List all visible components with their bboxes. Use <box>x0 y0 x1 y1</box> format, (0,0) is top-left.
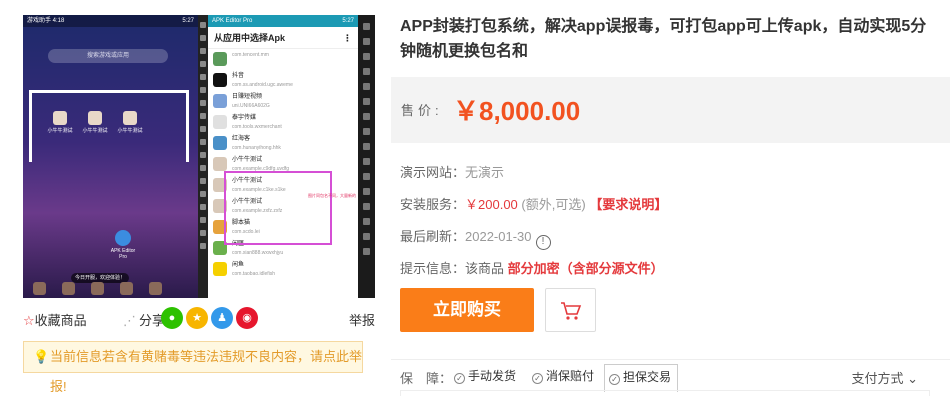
picker-list-item: com.tencent.mm <box>208 49 358 70</box>
guarantee-tag-manual-delivery[interactable]: ✓ 手动发货 <box>450 364 522 388</box>
picker-list-item: 泰宇传媒 com.tools.wxmerchant <box>208 112 358 133</box>
report-warning-banner[interactable]: 💡 当前信息若含有黄赌毒等违法违规不良内容，请点此举报! <box>23 341 363 394</box>
home-app-icon: 小牛牛测试 <box>80 111 110 134</box>
annotation-note: 图片同包名不同，大量新的 <box>308 193 356 198</box>
install-requirements-link[interactable]: 【要求说明】 <box>589 197 667 212</box>
report-link[interactable]: 举报 <box>349 310 375 329</box>
guarantee-label: 保 障： <box>400 371 453 386</box>
picker-header: 从应用中选择Apk ⋮ <box>208 27 358 49</box>
install-price: ￥200.00 <box>465 197 518 212</box>
apk-picker-screen: APK Editor Pro 5:27 从应用中选择Apk ⋮ com.tence… <box>208 15 358 298</box>
emulator-side-toolbar <box>358 15 375 298</box>
qzone-icon[interactable]: ★ <box>186 307 208 329</box>
home-app-icon: 小牛牛测试 <box>115 111 145 134</box>
picker-list-item: 日赚短视频 uni.UNI66A602G <box>208 91 358 112</box>
qq-icon[interactable]: ♟ <box>211 307 233 329</box>
add-to-cart-button[interactable] <box>545 288 596 332</box>
emulator-home-screen: 游戏助手 4:18 5:27 搜索游戏或应用 小牛牛测试 小牛牛测试 小牛牛测试… <box>23 15 198 298</box>
check-icon: ✓ <box>454 373 465 384</box>
check-icon: ✓ <box>609 374 620 385</box>
guarantee-tag-escrow[interactable]: ✓ 担保交易 <box>604 364 679 392</box>
star-icon: ☆ <box>23 313 35 328</box>
clock-icon[interactable]: ! <box>535 235 551 250</box>
weibo-icon[interactable]: ◉ <box>236 307 258 329</box>
chevron-down-icon: ⌄ <box>903 371 918 386</box>
buy-now-button[interactable]: 立即购买 <box>400 288 534 332</box>
install-note: (额外,可选) <box>521 197 586 212</box>
install-service-row: 安装服务：￥200.00 (额外,可选) 【要求说明】 <box>400 197 668 212</box>
price-value: ￥8,000.00 <box>453 96 581 126</box>
price-label: 售价: <box>401 103 443 118</box>
demo-site-value: 无演示 <box>465 165 505 180</box>
picker-list-item: 抖音 com.ss.android.ugc.aweme <box>208 70 358 91</box>
share-icon: ⋰ <box>123 313 136 328</box>
more-icon: ⋮ <box>343 33 352 43</box>
picker-list-item: 红海客 com.hunanyihong.hhk <box>208 133 358 154</box>
product-title: APP封装打包系统，解决app误报毒，可打包app可上传apk，自动实现5分钟随… <box>400 18 927 60</box>
apk-editor-icon: APK Editor Pro <box>108 230 138 260</box>
product-preview-image[interactable]: 游戏助手 4:18 5:27 搜索游戏或应用 小牛牛测试 小牛牛测试 小牛牛测试… <box>23 15 375 298</box>
warning-text: 当前信息若含有黄赌毒等违法违规不良内容，请点此举报! <box>50 349 363 394</box>
demo-site-row: 演示网站：无演示 <box>400 165 505 180</box>
emulator-status-text: 游戏助手 4:18 <box>27 18 65 24</box>
guarantee-panel <box>400 390 930 396</box>
cart-icon <box>561 302 582 320</box>
emulator-search-bar: 搜索游戏或应用 <box>48 49 168 63</box>
emulator-clock: 5:27 <box>182 18 194 24</box>
tip-info-row: 提示信息：该商品 部分加密（含部分源文件） <box>400 261 664 276</box>
last-refresh-row: 最后刷新：2022-01-30! <box>400 226 551 250</box>
check-icon: ✓ <box>532 373 543 384</box>
picker-list-item: 闲鱼 com.taobao.idlefish <box>208 259 358 280</box>
home-app-icon: 小牛牛测试 <box>45 111 75 134</box>
wechat-icon[interactable]: ● <box>161 307 183 329</box>
product-page: 游戏助手 4:18 5:27 搜索游戏或应用 小牛牛测试 小牛牛测试 小牛牛测试… <box>0 0 950 396</box>
share-row: ☆收藏商品 ⋰ 分享: ● ★ ♟ ◉ 举报 <box>23 306 375 330</box>
emulator-toolbar <box>198 15 208 298</box>
emulator-status-bar: 游戏助手 4:18 5:27 <box>23 15 198 27</box>
emulator-dock <box>33 282 193 296</box>
favorite-button[interactable]: ☆收藏商品 <box>23 310 87 329</box>
divider <box>391 359 950 360</box>
payment-methods-dropdown[interactable]: 支付方式 ⌄ <box>851 368 918 387</box>
lightbulb-icon: 💡 <box>33 349 50 364</box>
guarantee-tag-compensation[interactable]: ✓ 消保赔付 <box>528 364 600 388</box>
price-box: 售价: ￥8,000.00 <box>391 77 950 143</box>
highlight-box <box>224 171 332 245</box>
picker-status-bar: APK Editor Pro 5:27 <box>208 15 358 27</box>
encryption-note: 部分加密（含部分源文件） <box>507 261 664 276</box>
refresh-date: 2022-01-30 <box>465 229 532 244</box>
